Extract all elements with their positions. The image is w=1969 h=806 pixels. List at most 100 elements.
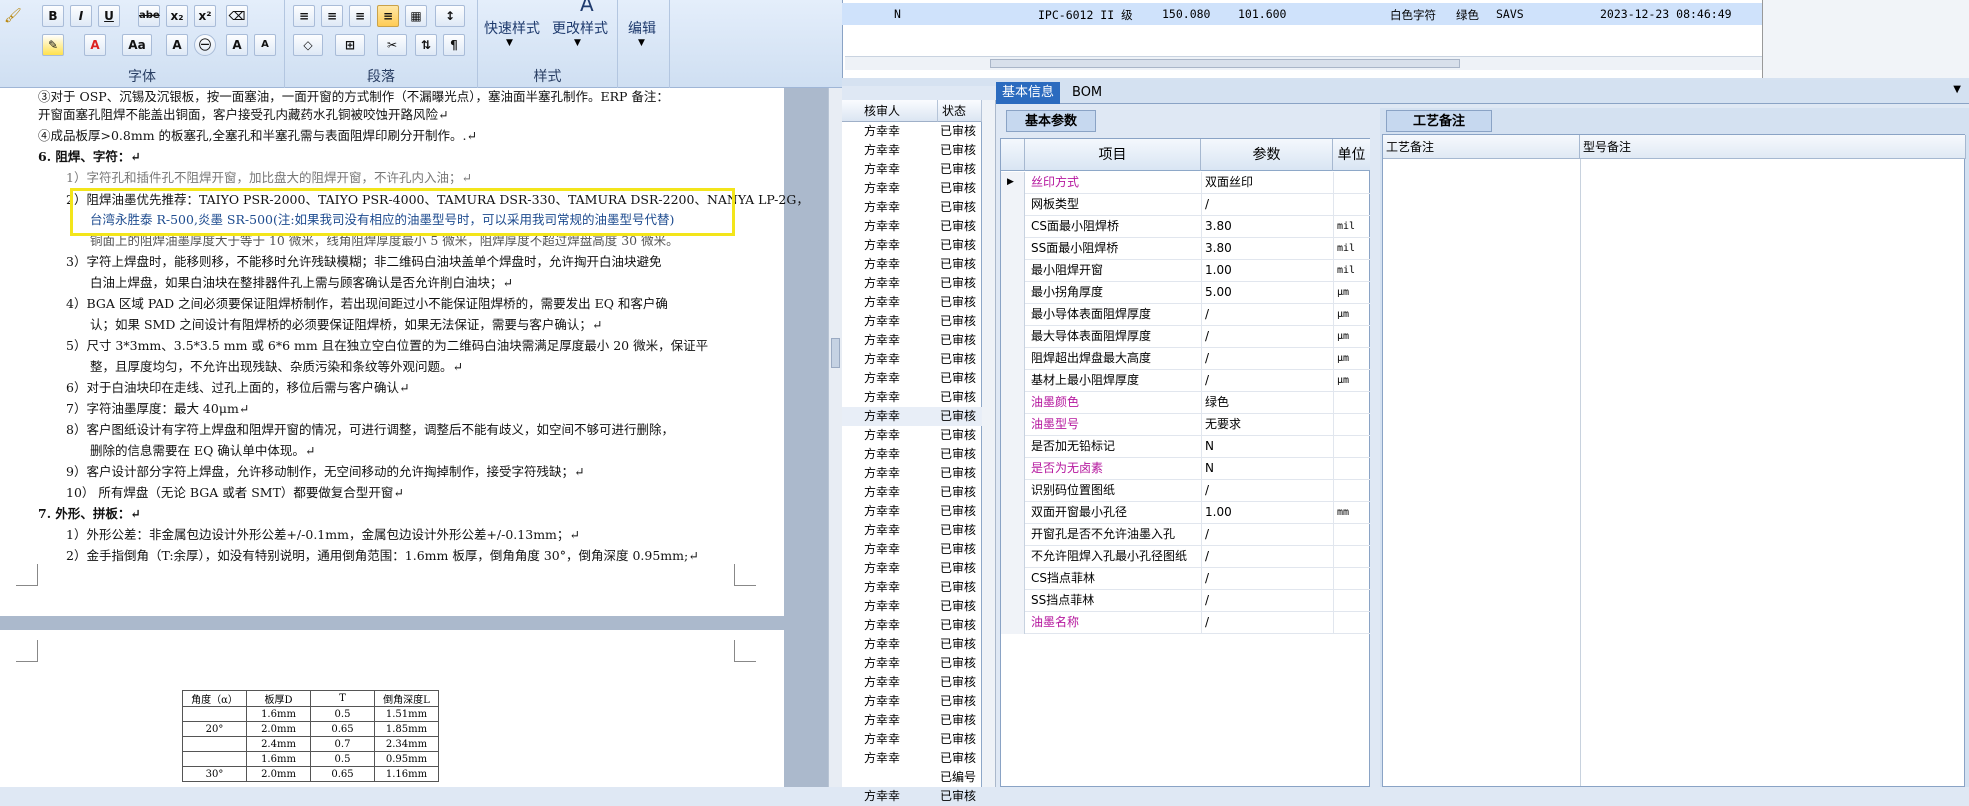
shrink-font-button[interactable]: A <box>254 34 276 56</box>
grid-horizontal-scrollbar[interactable] <box>845 56 1765 70</box>
list-item[interactable]: 方幸幸 已审核 <box>842 711 982 730</box>
param-value[interactable]: N <box>1205 436 1331 457</box>
param-value[interactable]: 5.00 <box>1205 282 1331 303</box>
table-row[interactable]: 最小阻焊开窗 1.00 mil <box>1001 260 1371 282</box>
list-item[interactable]: 方幸幸 已审核 <box>842 787 982 806</box>
list-item[interactable]: 方幸幸 已审核 <box>842 502 982 521</box>
row-selector[interactable] <box>1001 304 1025 326</box>
grow-font-button[interactable]: A <box>226 34 248 56</box>
row-selector[interactable] <box>1001 524 1025 546</box>
shading-button[interactable]: ◇ <box>293 34 323 56</box>
scrollbar-thumb[interactable] <box>990 59 1460 68</box>
row-selector[interactable] <box>1001 414 1025 436</box>
char-shading-button[interactable]: A <box>166 34 188 56</box>
row-selector[interactable] <box>1001 568 1025 590</box>
list-item[interactable]: 方幸幸 已审核 <box>842 141 982 160</box>
list-item[interactable]: 方幸幸 已审核 <box>842 426 982 445</box>
row-selector[interactable] <box>1001 436 1025 458</box>
row-selector[interactable] <box>1001 392 1025 414</box>
param-value[interactable]: / <box>1205 194 1331 215</box>
column-header-item[interactable]: 项目 <box>1025 139 1201 171</box>
row-selector[interactable] <box>1001 194 1025 216</box>
table-row[interactable]: 开窗孔是否不允许油墨入孔 / <box>1001 524 1371 546</box>
table-row[interactable]: CS面最小阻焊桥 3.80 mil <box>1001 216 1371 238</box>
param-value[interactable]: 1.00 <box>1205 260 1331 281</box>
list-item[interactable]: 方幸幸 已审核 <box>842 217 982 236</box>
table-row[interactable]: SS挡点菲林 / <box>1001 590 1371 612</box>
row-selector[interactable] <box>1001 238 1025 260</box>
list-item[interactable]: 方幸幸 已审核 <box>842 654 982 673</box>
list-item[interactable]: 方幸幸 已审核 <box>842 464 982 483</box>
param-value[interactable]: N <box>1205 458 1331 479</box>
list-item[interactable]: 方幸幸 已审核 <box>842 236 982 255</box>
list-item[interactable]: 方幸幸 已审核 <box>842 369 982 388</box>
list-item[interactable]: 方幸幸 已审核 <box>842 293 982 312</box>
order-grid-row-selected[interactable]: N IPC-6012 II 级 150.080 101.600 白色字符 绿色 … <box>842 3 1762 25</box>
enclose-char-icon[interactable]: ㊀ <box>194 34 216 56</box>
param-value[interactable]: 绿色 <box>1205 392 1331 413</box>
scrollbar-thumb[interactable] <box>831 338 840 368</box>
row-selector[interactable] <box>1001 260 1025 282</box>
document-scrollbar[interactable] <box>828 88 842 787</box>
bold-button[interactable]: B <box>42 5 64 27</box>
table-row[interactable]: 最小导体表面阻焊厚度 / μm <box>1001 304 1371 326</box>
chevron-down-icon[interactable]: ▼ <box>1953 84 1961 95</box>
align-left-button[interactable]: ≡ <box>293 5 315 27</box>
param-value[interactable]: 3.80 <box>1205 216 1331 237</box>
justify-button[interactable]: ≡ <box>377 5 399 27</box>
subscript-button[interactable]: x₂ <box>166 5 188 27</box>
clear-format-icon[interactable]: ⌫ <box>226 5 248 27</box>
column-header-model-note[interactable]: 型号备注 <box>1580 135 1966 159</box>
tab-process-notes[interactable]: 工艺备注 <box>1386 110 1493 132</box>
list-item[interactable]: 方幸幸 已审核 <box>842 388 982 407</box>
list-item[interactable]: 方幸幸 已审核 <box>842 540 982 559</box>
table-row[interactable]: CS挡点菲林 / <box>1001 568 1371 590</box>
row-selector[interactable] <box>1001 590 1025 612</box>
tab-bom[interactable]: BOM <box>1066 82 1108 104</box>
list-item[interactable]: 方幸幸 已审核 <box>842 198 982 217</box>
sort-button[interactable]: ⇅ <box>415 34 437 56</box>
format-painter-icon[interactable]: 🖌 <box>4 8 22 24</box>
list-item[interactable]: 方幸幸 已审核 <box>842 749 982 768</box>
param-value[interactable]: 双面丝印 <box>1205 172 1331 193</box>
list-item[interactable]: 方幸幸 已审核 <box>842 578 982 597</box>
list-item[interactable]: 方幸幸 已审核 <box>842 255 982 274</box>
underline-button[interactable]: U <box>98 5 120 27</box>
list-item[interactable]: 方幸幸 已审核 <box>842 445 982 464</box>
list-item[interactable]: 方幸幸 已审核 <box>842 597 982 616</box>
table-row[interactable]: ▶ 丝印方式 双面丝印 <box>1001 172 1371 194</box>
align-center-button[interactable]: ≡ <box>321 5 343 27</box>
row-selector[interactable]: ▶ <box>1001 172 1025 194</box>
borders-button[interactable]: ⊞ <box>335 34 365 56</box>
list-item[interactable]: 方幸幸 已审核 <box>842 274 982 293</box>
table-row[interactable]: 最大导体表面阻焊厚度 / μm <box>1001 326 1371 348</box>
table-row[interactable]: 阻焊超出焊盘最大高度 / μm <box>1001 348 1371 370</box>
align-right-button[interactable]: ≡ <box>349 5 371 27</box>
list-item[interactable]: 已编号 <box>842 768 982 787</box>
line-spacing-button[interactable]: ↕ <box>435 5 465 27</box>
italic-button[interactable]: I <box>70 5 92 27</box>
quick-style-button[interactable]: 快速样式 <box>484 18 540 38</box>
list-item[interactable]: 方幸幸 已审核 <box>842 730 982 749</box>
column-header-process-note[interactable]: 工艺备注 <box>1383 135 1580 159</box>
distributed-button[interactable]: ▦ <box>405 5 427 27</box>
row-selector[interactable] <box>1001 326 1025 348</box>
list-item[interactable]: 方幸幸 已审核 <box>842 635 982 654</box>
row-selector[interactable] <box>1001 458 1025 480</box>
list-item[interactable]: 方幸幸 已审核 <box>842 350 982 369</box>
list-item[interactable]: 方幸幸 已审核 <box>842 559 982 578</box>
column-header-value[interactable]: 参数 <box>1201 139 1333 171</box>
param-value[interactable]: / <box>1205 524 1331 545</box>
table-row[interactable]: 网板类型 / <box>1001 194 1371 216</box>
font-color-button[interactable]: A <box>84 34 106 56</box>
list-item[interactable]: 方幸幸 已审核 <box>842 312 982 331</box>
table-row[interactable]: 油墨名称 / <box>1001 612 1371 634</box>
param-value[interactable]: 无要求 <box>1205 414 1331 435</box>
column-header-reviewer[interactable]: 核审人 <box>842 100 938 122</box>
strikethrough-button[interactable]: abe <box>138 5 160 27</box>
row-selector[interactable] <box>1001 480 1025 502</box>
list-scrollbar[interactable] <box>982 100 996 787</box>
param-value[interactable]: 3.80 <box>1205 238 1331 259</box>
list-item[interactable]: 方幸幸 已审核 <box>842 521 982 540</box>
table-row[interactable]: 识别码位置图纸 / <box>1001 480 1371 502</box>
